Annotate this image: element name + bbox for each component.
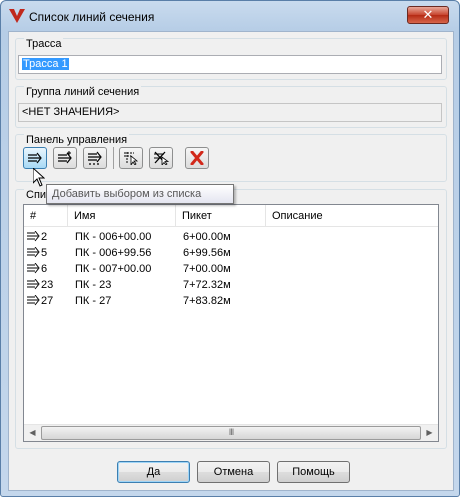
- title-bar[interactable]: Список линий сечения ✕: [1, 1, 459, 31]
- lines-list-label: Спи: [24, 189, 49, 201]
- row-name: ПК - 006+00.00: [75, 231, 152, 243]
- section-line-icon: [27, 247, 40, 258]
- tooltip: Добавить выбором из списка: [46, 184, 234, 204]
- remove-pick-button[interactable]: [149, 147, 173, 169]
- column-header-number[interactable]: #: [24, 205, 68, 227]
- mouse-cursor-icon: [33, 168, 45, 187]
- section-line-icon: [27, 279, 40, 290]
- section-line-icon: [27, 231, 40, 242]
- add-from-list-button[interactable]: [23, 147, 47, 169]
- row-station: 7+72.32м: [183, 279, 231, 291]
- control-panel-group: Панель управления: [15, 134, 447, 182]
- delete-icon: [190, 151, 204, 165]
- sample-group-field[interactable]: <НЕТ ЗНАЧЕНИЯ>: [18, 103, 442, 122]
- row-name: ПК - 27: [75, 295, 112, 307]
- close-button[interactable]: ✕: [407, 6, 449, 24]
- table-header: # Имя Пикет Описание: [24, 205, 438, 227]
- add-from-list-icon: [28, 152, 42, 164]
- scroll-left-arrow-icon[interactable]: ◀: [24, 425, 41, 441]
- delete-button[interactable]: [185, 147, 209, 169]
- app-logo-icon: [9, 9, 25, 23]
- dialog-window: Список линий сечения ✕ Трасса Трасса 1 Г…: [0, 0, 460, 497]
- ok-button[interactable]: Да: [117, 461, 190, 483]
- remove-pick-icon: [154, 151, 169, 165]
- sample-group-label: Группа линий сечения: [24, 86, 142, 98]
- table-row[interactable]: 6 ПК - 007+00.00 7+00.00м: [24, 261, 438, 277]
- select-pick-button[interactable]: [119, 147, 143, 169]
- scroll-right-arrow-icon[interactable]: ▶: [421, 425, 438, 441]
- row-name: ПК - 006+99.56: [75, 247, 152, 259]
- table-row[interactable]: 5 ПК - 006+99.56 6+99.56м: [24, 245, 438, 261]
- add-button[interactable]: [53, 147, 77, 169]
- sample-group-box: Группа линий сечения <НЕТ ЗНАЧЕНИЯ>: [15, 86, 447, 128]
- route-group-label: Трасса: [24, 38, 64, 50]
- dialog-client-area: Трасса Трасса 1 Группа линий сечения <НЕ…: [8, 31, 454, 491]
- cancel-button[interactable]: Отмена: [197, 461, 270, 483]
- add-icon: [58, 151, 72, 164]
- row-number: 27: [41, 295, 54, 307]
- toolbar-separator: [113, 147, 114, 169]
- row-station: 6+99.56м: [183, 247, 231, 259]
- table-row[interactable]: 2 ПК - 006+00.00 6+00.00м: [24, 229, 438, 245]
- add-range-button[interactable]: [83, 147, 107, 169]
- add-range-icon: [88, 151, 102, 165]
- section-line-icon: [27, 263, 40, 274]
- help-button[interactable]: Помощь: [277, 461, 350, 483]
- row-name: ПК - 007+00.00: [75, 263, 152, 275]
- route-value: Трасса 1: [22, 58, 69, 70]
- route-input[interactable]: Трасса 1: [18, 55, 442, 74]
- table-row[interactable]: 23 ПК - 23 7+72.32м: [24, 277, 438, 293]
- horizontal-scrollbar[interactable]: ◀ III ▶: [24, 424, 438, 441]
- section-lines-table[interactable]: # Имя Пикет Описание 2 ПК - 006+00.00 6+…: [23, 204, 439, 442]
- control-panel-label: Панель управления: [24, 134, 130, 146]
- row-station: 7+83.82м: [183, 295, 231, 307]
- select-pick-icon: [124, 152, 139, 165]
- row-number: 5: [41, 247, 48, 259]
- row-number: 6: [41, 263, 48, 275]
- row-station: 6+00.00м: [183, 231, 231, 243]
- column-header-station[interactable]: Пикет: [176, 205, 266, 227]
- window-title: Список линий сечения: [29, 10, 155, 24]
- row-number: 23: [41, 279, 54, 291]
- table-row[interactable]: 27 ПК - 27 7+83.82м: [24, 293, 438, 309]
- row-name: ПК - 23: [75, 279, 112, 291]
- row-number: 2: [41, 231, 48, 243]
- scroll-thumb[interactable]: III: [41, 426, 421, 440]
- row-station: 7+00.00м: [183, 263, 231, 275]
- column-header-description[interactable]: Описание: [266, 205, 440, 227]
- route-group: Трасса Трасса 1: [15, 38, 447, 80]
- column-header-name[interactable]: Имя: [68, 205, 176, 227]
- section-line-icon: [27, 295, 40, 306]
